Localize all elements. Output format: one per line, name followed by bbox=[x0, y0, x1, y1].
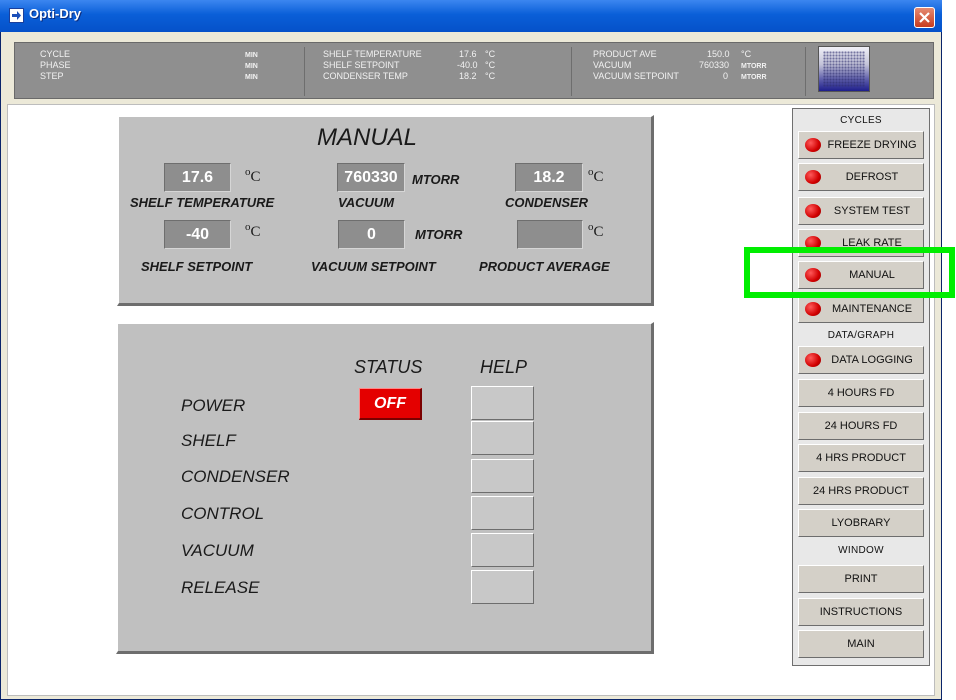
status-cycle-unit: MIN bbox=[245, 52, 258, 59]
vacuum-setpoint-label: VACUUM SETPOINT bbox=[311, 259, 436, 274]
app-icon bbox=[9, 8, 24, 23]
status-vacuum-unit: MTORR bbox=[741, 63, 767, 70]
window-title: Opti-Dry bbox=[29, 6, 81, 21]
cycles-header: CYCLES bbox=[840, 115, 882, 126]
status-divider bbox=[304, 47, 305, 96]
indicator-light-icon bbox=[805, 170, 821, 184]
vacuum-row-label: VACUUM bbox=[181, 541, 254, 560]
window-header: WINDOW bbox=[838, 545, 884, 556]
shelf-temperature-label: SHELF TEMPERATURE bbox=[130, 195, 275, 210]
highlight-box bbox=[744, 247, 955, 298]
indicator-light-icon bbox=[805, 302, 821, 316]
status-vacuum-setpoint-unit: MTORR bbox=[741, 74, 767, 81]
status-product-ave-value: 150.0 bbox=[707, 49, 730, 59]
data-logging-button[interactable]: DATA LOGGING bbox=[798, 346, 924, 374]
close-button[interactable] bbox=[914, 7, 935, 28]
product-average-label: PRODUCT AVERAGE bbox=[479, 259, 610, 274]
status-step-label: STEP bbox=[40, 71, 64, 81]
close-icon bbox=[919, 12, 930, 23]
defrost-button[interactable]: DEFROST bbox=[798, 163, 924, 191]
condenser-unit: oC bbox=[588, 166, 604, 185]
freeze-drying-button[interactable]: FREEZE DRYING bbox=[798, 131, 924, 159]
indicator-light-icon bbox=[805, 138, 821, 152]
status-product-ave-label: PRODUCT AVE bbox=[593, 49, 657, 59]
condenser-label: CONDENSER bbox=[505, 195, 589, 210]
vacuum-readout: 760330 bbox=[337, 163, 405, 192]
status-divider bbox=[805, 47, 806, 96]
vacuum-setpoint-unit: MTORR bbox=[415, 227, 463, 242]
indicator-light-icon bbox=[805, 204, 821, 218]
condenser-row-label: CONDENSER bbox=[181, 467, 290, 486]
main-button[interactable]: MAIN bbox=[798, 630, 924, 658]
status-phase-label: PHASE bbox=[40, 60, 71, 70]
status-phase-unit: MIN bbox=[245, 63, 258, 70]
shelf-setpoint-label: SHELF SETPOINT bbox=[141, 259, 253, 274]
title-bar[interactable]: Opti-Dry bbox=[0, 0, 942, 32]
system-test-button[interactable]: SYSTEM TEST bbox=[798, 197, 924, 225]
vacuum-help-button[interactable] bbox=[471, 533, 534, 567]
shelf-setpoint-unit: oC bbox=[245, 221, 261, 240]
company-logo bbox=[818, 46, 870, 92]
condenser-help-button[interactable] bbox=[471, 459, 534, 493]
shelf-temperature-unit: oC bbox=[245, 166, 261, 185]
product-average-readout bbox=[517, 220, 583, 249]
status-step-unit: MIN bbox=[245, 74, 258, 81]
shelf-temperature-readout: 17.6 bbox=[164, 163, 231, 192]
maintenance-button[interactable]: MAINTENANCE bbox=[798, 295, 924, 323]
control-label: CONTROL bbox=[181, 504, 265, 523]
print-button[interactable]: PRINT bbox=[798, 565, 924, 593]
vacuum-label: VACUUM bbox=[338, 195, 395, 210]
status-vacuum-setpoint-label: VACUUM SETPOINT bbox=[593, 71, 679, 81]
release-label: RELEASE bbox=[181, 578, 260, 597]
product-average-unit: oC bbox=[588, 221, 604, 240]
24-hrs-product-button[interactable]: 24 HRS PRODUCT bbox=[798, 477, 924, 505]
4-hours-fd-button[interactable]: 4 HOURS FD bbox=[798, 379, 924, 407]
status-shelf-setpoint-unit: °C bbox=[485, 60, 496, 70]
control-help-button[interactable] bbox=[471, 496, 534, 530]
status-cycle-label: CYCLE bbox=[40, 49, 71, 59]
power-label: POWER bbox=[181, 396, 246, 415]
status-shelf-setpoint-label: SHELF SETPOINT bbox=[323, 60, 400, 70]
status-shelf-temp-unit: °C bbox=[485, 49, 496, 59]
shelf-help-button[interactable] bbox=[471, 421, 534, 455]
status-condenser-temp-value: 18.2 bbox=[459, 71, 477, 81]
power-status-button[interactable]: OFF bbox=[359, 388, 422, 420]
vacuum-setpoint-readout[interactable]: 0 bbox=[338, 220, 405, 249]
status-header: CYCLE PHASE STEP MIN MIN MIN SHELF TEMPE… bbox=[14, 42, 934, 99]
vacuum-unit: MTORR bbox=[412, 172, 460, 187]
status-shelf-temp-value: 17.6 bbox=[459, 49, 477, 59]
shelf-label: SHELF bbox=[181, 431, 236, 450]
status-product-ave-unit: °C bbox=[741, 49, 752, 59]
release-help-button[interactable] bbox=[471, 570, 534, 604]
shelf-setpoint-readout[interactable]: -40 bbox=[164, 220, 231, 249]
status-vacuum-label: VACUUM bbox=[593, 60, 632, 70]
status-column-header: STATUS bbox=[354, 357, 423, 377]
status-vacuum-value: 760330 bbox=[699, 60, 730, 70]
4-hrs-product-button[interactable]: 4 HRS PRODUCT bbox=[798, 444, 924, 472]
condenser-readout: 18.2 bbox=[515, 163, 583, 192]
instructions-button[interactable]: INSTRUCTIONS bbox=[798, 598, 924, 626]
status-vacuum-setpoint-value: 0 bbox=[723, 71, 729, 81]
power-help-button[interactable] bbox=[471, 386, 534, 420]
status-shelf-setpoint-value: -40.0 bbox=[457, 60, 478, 70]
status-shelf-temp-label: SHELF TEMPERATURE bbox=[323, 49, 422, 59]
indicator-light-icon bbox=[805, 353, 821, 367]
status-condenser-temp-unit: °C bbox=[485, 71, 496, 81]
24-hours-fd-button[interactable]: 24 HOURS FD bbox=[798, 412, 924, 440]
page-title: MANUAL bbox=[317, 124, 418, 151]
status-divider bbox=[571, 47, 572, 96]
status-condenser-temp-label: CONDENSER TEMP bbox=[323, 71, 408, 81]
data-graph-header: DATA/GRAPH bbox=[827, 330, 895, 341]
lyobrary-button[interactable]: LYOBRARY bbox=[798, 509, 924, 537]
help-column-header: HELP bbox=[480, 357, 528, 377]
